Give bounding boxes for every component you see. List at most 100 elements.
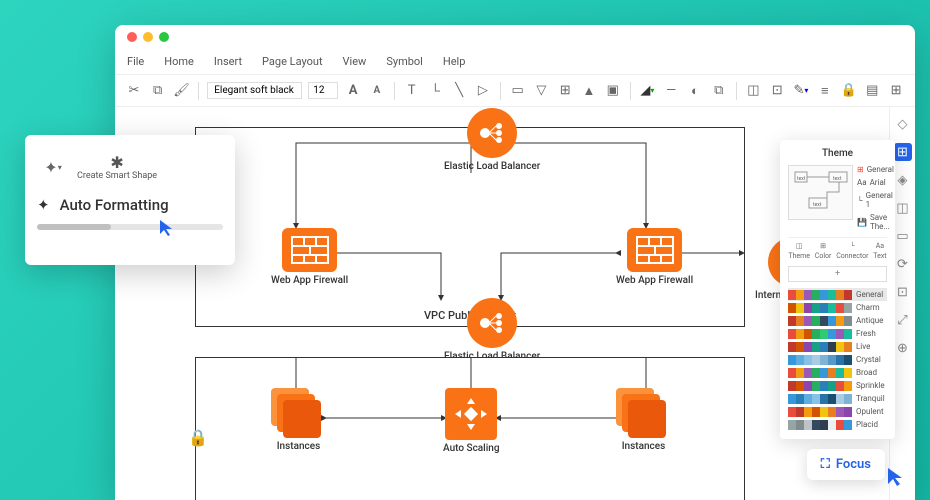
menu-page-layout[interactable]: Page Layout xyxy=(262,55,323,68)
crop-icon[interactable]: ⧉ xyxy=(710,81,728,101)
image-icon[interactable]: ▣ xyxy=(604,81,622,101)
auto-format-popup: ✦▾ ✱ Create Smart Shape ✦ Auto Formattin… xyxy=(25,135,235,265)
shapes-icon[interactable]: ▽ xyxy=(532,81,550,101)
copy-icon[interactable]: ⧉ xyxy=(149,81,167,101)
swatch-row-placid[interactable]: Placid xyxy=(788,418,887,431)
size-select[interactable] xyxy=(308,82,338,99)
theme-tab-theme[interactable]: ◫Theme xyxy=(788,242,810,260)
swatch-row-fresh[interactable]: Fresh xyxy=(788,327,887,340)
menu-help[interactable]: Help xyxy=(443,55,466,68)
elb-node-2[interactable]: Elastic Load Balancer xyxy=(444,298,540,363)
theme-title: Theme xyxy=(788,148,887,159)
font-select[interactable] xyxy=(207,82,302,99)
sp-layers-icon[interactable]: ◫ xyxy=(894,199,912,217)
swatch-label: Crystal xyxy=(856,355,887,364)
theme-tab-text[interactable]: AaText xyxy=(873,242,886,260)
waf-node-1[interactable]: Web App Firewall xyxy=(271,228,348,287)
autoscale-node[interactable]: Auto Scaling xyxy=(443,388,500,455)
swatch xyxy=(788,329,796,339)
table-icon[interactable]: ⊞ xyxy=(556,81,574,101)
more-icon[interactable]: ⊞ xyxy=(887,81,905,101)
chart-icon[interactable]: ▲ xyxy=(580,81,598,101)
menu-view[interactable]: View xyxy=(343,55,367,68)
fill-icon[interactable]: ◢▾ xyxy=(639,81,657,101)
stroke-icon[interactable]: — xyxy=(662,81,680,101)
swatch-row-crystal[interactable]: Crystal xyxy=(788,353,887,366)
swatch-row-sprinkle[interactable]: Sprinkle xyxy=(788,379,887,392)
waf-node-2[interactable]: Web App Firewall xyxy=(616,228,693,287)
waf-icon xyxy=(282,228,337,272)
font-shrink-icon[interactable]: A xyxy=(368,81,386,101)
sp-expand2-icon[interactable]: ⤢ xyxy=(894,311,912,329)
swatch-row-antique[interactable]: Antique xyxy=(788,314,887,327)
swatch xyxy=(820,394,828,404)
swatch xyxy=(796,368,804,378)
public-subnet[interactable]: 🔓 VPC Public Subnet Elastic Load Balance… xyxy=(195,127,745,327)
select-icon[interactable]: ◫ xyxy=(745,81,763,101)
group-icon[interactable]: ⊡ xyxy=(768,81,786,101)
focus-button[interactable]: ⛶ Focus xyxy=(807,449,885,480)
swatch xyxy=(828,316,836,326)
align-icon[interactable]: ≡ xyxy=(816,81,834,101)
max-dot[interactable] xyxy=(159,32,169,42)
pointer-icon[interactable]: ▷ xyxy=(474,81,492,101)
theme-opt-font[interactable]: AaArial xyxy=(857,178,894,187)
add-theme-btn[interactable]: + xyxy=(788,266,887,282)
menu-file[interactable]: File xyxy=(127,55,144,68)
theme-tab-color[interactable]: ⊞Color xyxy=(815,242,832,260)
theme-tabs: ◫Theme ⊞Color └Connector AaText xyxy=(788,237,887,260)
theme-opt-general[interactable]: ⊞General xyxy=(857,165,894,174)
connector-icon[interactable]: └ xyxy=(426,81,444,101)
swatch xyxy=(820,342,828,352)
swatch-row-opulent[interactable]: Opulent xyxy=(788,405,887,418)
swatch xyxy=(836,381,844,391)
shadow-icon[interactable]: ◐ xyxy=(686,81,704,101)
swatch xyxy=(804,394,812,404)
theme-tab-connector[interactable]: └Connector xyxy=(836,242,868,260)
sp-history-icon[interactable]: ⟳ xyxy=(894,255,912,273)
layers-icon[interactable]: ▤ xyxy=(863,81,881,101)
rect-icon[interactable]: ▭ xyxy=(509,81,527,101)
swatch-row-live[interactable]: Live xyxy=(788,340,887,353)
swatch-row-broad[interactable]: Broad xyxy=(788,366,887,379)
swatch-row-tranquil[interactable]: Tranquil xyxy=(788,392,887,405)
sparkle-icon[interactable]: ✦▾ xyxy=(41,155,65,179)
elb-node-1[interactable]: Elastic Load Balancer xyxy=(444,108,540,173)
text-tool-icon[interactable]: T xyxy=(403,81,421,101)
sp-comment-icon[interactable]: ⊕ xyxy=(894,339,912,357)
sp-page-icon[interactable]: ▭ xyxy=(894,227,912,245)
elb-icon xyxy=(467,108,517,158)
swatch-label: Antique xyxy=(856,316,887,325)
instances-node-2[interactable]: Instances xyxy=(616,388,671,453)
sp-grid-icon[interactable]: ⊡ xyxy=(894,283,912,301)
cut-icon[interactable]: ✂ xyxy=(125,81,143,101)
sp-expand-icon[interactable]: ◇ xyxy=(894,115,912,133)
swatch xyxy=(828,407,836,417)
color-swatches: GeneralCharm Antique FreshLive Crystal Broad… xyxy=(788,288,887,431)
menu-symbol[interactable]: Symbol xyxy=(386,55,423,68)
swatch xyxy=(812,394,820,404)
swatch-row-general[interactable]: General xyxy=(788,288,887,301)
close-dot[interactable] xyxy=(127,32,137,42)
pen-icon[interactable]: ✎▾ xyxy=(792,81,810,101)
sp-theme-icon[interactable]: ⊞ xyxy=(894,143,912,161)
instances-node-1[interactable]: Instances xyxy=(271,388,326,453)
menu-home[interactable]: Home xyxy=(164,55,194,68)
theme-preview[interactable]: texttexttext xyxy=(788,165,853,220)
lock-icon[interactable]: 🔒 xyxy=(840,81,858,101)
auto-formatting-row[interactable]: ✦ Auto Formatting xyxy=(37,196,223,214)
format-painter-icon[interactable]: 🖌 xyxy=(173,81,191,101)
theme-opt-save[interactable]: 💾Save The... xyxy=(857,213,894,231)
create-smart-shape-btn[interactable]: ✱ Create Smart Shape xyxy=(77,153,157,182)
min-dot[interactable] xyxy=(143,32,153,42)
slider[interactable] xyxy=(37,224,223,230)
font-grow-icon[interactable]: A xyxy=(344,81,362,101)
theme-opt-general1[interactable]: └General 1 xyxy=(857,191,894,209)
private-subnet[interactable]: 🔒 VPC Private Subnet Instances xyxy=(195,357,745,500)
lock-closed-icon: 🔒 xyxy=(188,428,208,448)
sp-style-icon[interactable]: ◈ xyxy=(894,171,912,189)
menu-insert[interactable]: Insert xyxy=(214,55,242,68)
line-icon[interactable]: ╲ xyxy=(450,81,468,101)
swatch xyxy=(828,342,836,352)
swatch-row-charm[interactable]: Charm xyxy=(788,301,887,314)
